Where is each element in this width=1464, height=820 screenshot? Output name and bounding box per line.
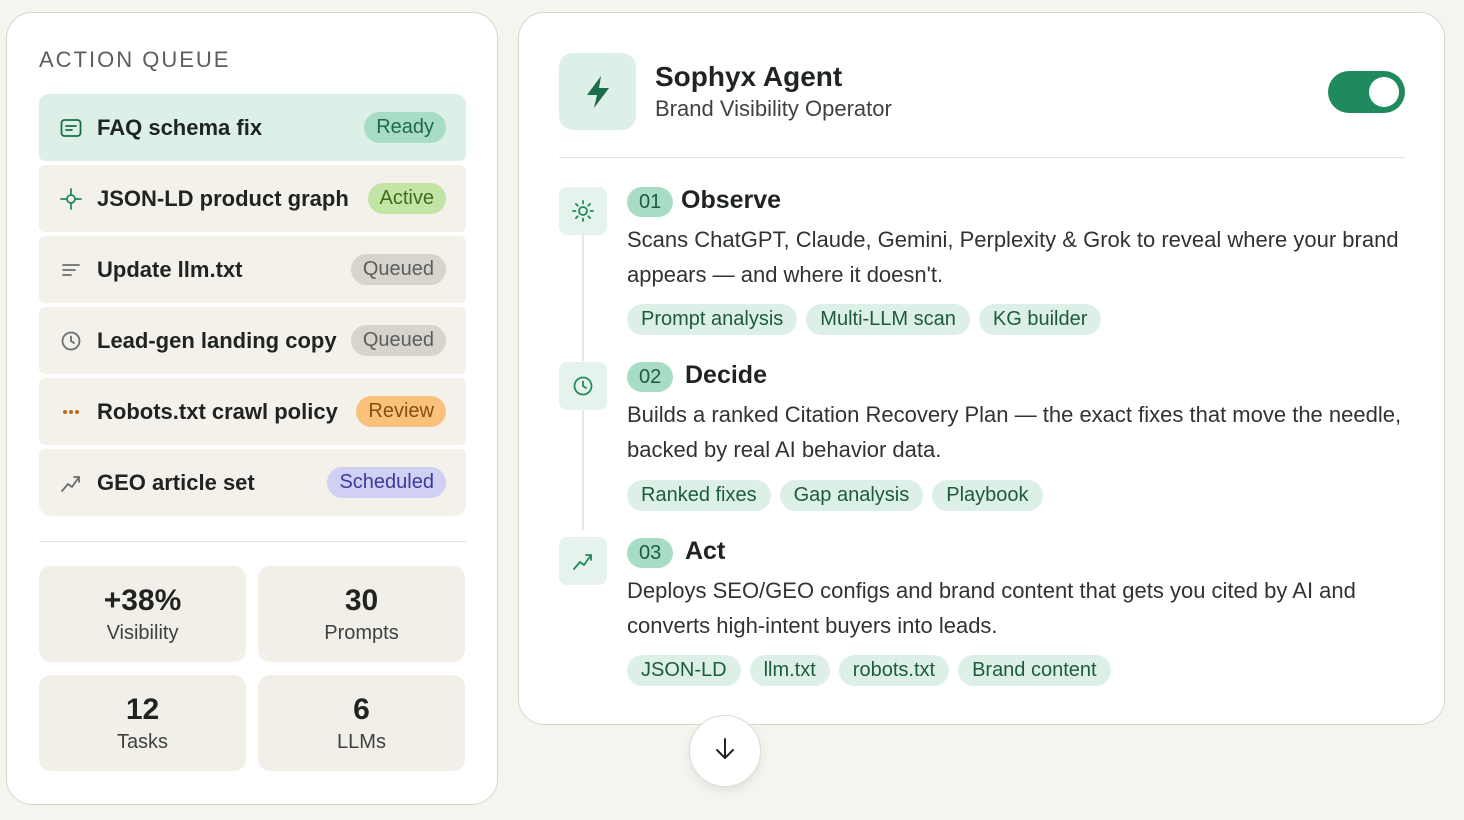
step-description: Builds a ranked Citation Recovery Plan —… (627, 402, 1402, 462)
stat-label: Tasks (116, 730, 169, 753)
stat-llms: 6 LLMs (258, 675, 465, 771)
stat-value: 12 (125, 692, 160, 726)
arrow-down-icon (711, 735, 739, 768)
tag: Playbook (932, 480, 1043, 511)
tag: llm.txt (749, 655, 830, 686)
agent-toggle[interactable] (1328, 71, 1405, 113)
status-badge: Queued (350, 325, 446, 356)
agent-role: Brand Visibility Operator (655, 96, 892, 121)
tag: Brand content (958, 655, 1111, 686)
stat-prompts: 30 Prompts (258, 566, 465, 662)
step-description: Deploys SEO/GEO configs and brand conten… (627, 578, 1356, 638)
stat-label: LLMs (337, 730, 386, 753)
clock-icon (59, 329, 83, 353)
step-title: Act (685, 537, 726, 565)
status-badge: Active (367, 183, 446, 214)
step-tags: JSON-LD llm.txt robots.txt Brand content (627, 655, 1111, 686)
queue-item-lead-gen[interactable]: Lead-gen landing copy Queued (39, 307, 466, 374)
stat-value: 6 (353, 692, 370, 726)
crosshair-icon (59, 187, 83, 211)
tag: Multi-LLM scan (806, 304, 970, 335)
toggle-knob (1369, 77, 1399, 107)
stat-tasks: 12 Tasks (39, 675, 246, 771)
trend-icon (559, 537, 607, 585)
status-badge: Review (356, 396, 446, 427)
tag: robots.txt (838, 655, 950, 686)
step-tags: Prompt analysis Multi-LLM scan KG builde… (627, 304, 1102, 335)
queue-item-label: Lead-gen landing copy (97, 327, 337, 353)
stat-label: Visibility (106, 621, 179, 644)
step-tags: Ranked fixes Gap analysis Playbook (627, 480, 1043, 511)
trend-icon (59, 471, 83, 495)
queue-item-geo-article[interactable]: GEO article set Scheduled (39, 449, 466, 516)
tag: Prompt analysis (627, 304, 798, 335)
lightning-icon (559, 53, 636, 130)
stat-label: Prompts (324, 621, 399, 644)
tag: Gap analysis (779, 480, 924, 511)
queue-item-label: Update llm.txt (97, 256, 243, 282)
status-badge: Ready (364, 112, 446, 143)
queue-item-label: JSON-LD product graph (97, 185, 349, 211)
stat-visibility: +38% Visibility (39, 566, 246, 662)
step-title: Decide (685, 361, 767, 389)
faq-doc-icon (59, 116, 83, 140)
tag: JSON-LD (627, 655, 741, 686)
queue-item-llm-txt[interactable]: Update llm.txt Queued (39, 236, 466, 303)
tag: KG builder (978, 304, 1102, 335)
step-number: 01 (627, 187, 674, 217)
queue-item-json-ld[interactable]: JSON-LD product graph Active (39, 165, 466, 232)
timeline-connector (582, 410, 584, 530)
divider (39, 541, 466, 542)
scroll-down-button[interactable] (689, 715, 761, 787)
action-queue-title: ACTION QUEUE (39, 47, 231, 72)
step-title: Observe (681, 186, 782, 214)
action-queue-panel: ACTION QUEUE FAQ schema fix Ready JSON-L… (6, 12, 498, 805)
text-lines-icon (59, 258, 83, 282)
divider (559, 157, 1405, 158)
queue-item-label: GEO article set (97, 469, 255, 495)
sun-icon (559, 187, 607, 235)
queue-item-label: Robots.txt crawl policy (97, 398, 338, 424)
agent-panel: Sophyx Agent Brand Visibility Operator 0… (518, 12, 1445, 725)
agent-name: Sophyx Agent (655, 61, 843, 92)
more-dots-icon (59, 400, 83, 424)
action-queue-list: FAQ schema fix Ready JSON-LD product gra… (39, 94, 466, 520)
queue-item-faq-schema[interactable]: FAQ schema fix Ready (39, 94, 466, 161)
step-description: Scans ChatGPT, Claude, Gemini, Perplexit… (627, 227, 1399, 287)
timeline-connector (582, 235, 584, 361)
step-number: 02 (627, 362, 674, 392)
tag: Ranked fixes (627, 480, 771, 511)
queue-item-label: FAQ schema fix (97, 114, 263, 140)
step-number: 03 (627, 538, 674, 568)
stat-value: 30 (344, 583, 379, 617)
stat-value: +38% (103, 583, 182, 617)
clock-icon (559, 362, 607, 410)
status-badge: Scheduled (327, 467, 446, 498)
status-badge: Queued (350, 254, 446, 285)
queue-item-robots[interactable]: Robots.txt crawl policy Review (39, 378, 466, 445)
